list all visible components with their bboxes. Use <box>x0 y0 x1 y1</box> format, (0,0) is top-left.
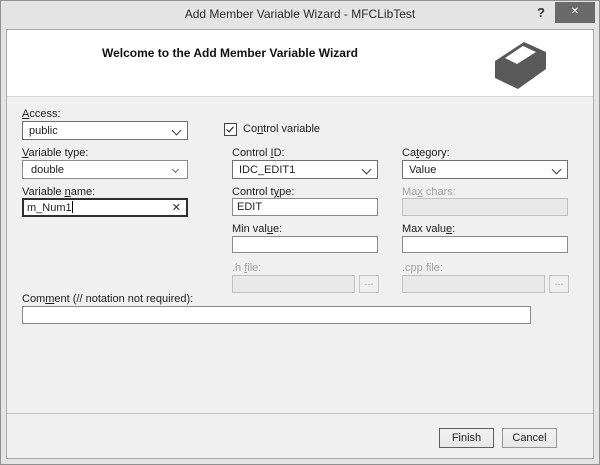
category-label: Category: <box>402 147 450 159</box>
max-chars-input <box>402 198 568 216</box>
access-label: Access: <box>22 108 61 120</box>
cpp-file-input <box>402 275 545 293</box>
access-value: public <box>29 125 58 137</box>
comment-label: Comment (// notation not required): <box>22 293 194 305</box>
close-icon: ✕ <box>570 6 580 17</box>
chevron-down-icon <box>171 125 182 136</box>
help-icon: ? <box>537 5 545 20</box>
h-file-input <box>232 275 355 293</box>
checkmark-icon <box>226 124 234 133</box>
clear-text-icon[interactable]: ✕ <box>172 201 181 215</box>
control-type-value: EDIT <box>237 201 263 213</box>
control-variable-checkbox[interactable] <box>224 123 237 136</box>
max-value-label: Max value: <box>402 223 456 235</box>
add-member-variable-wizard-dialog: Add Member Variable Wizard - MFCLibTest … <box>0 0 600 465</box>
control-type-input[interactable]: EDIT <box>232 198 378 216</box>
min-value-input[interactable] <box>232 236 378 253</box>
access-combobox[interactable]: public <box>22 121 188 140</box>
help-button[interactable]: ? <box>532 2 550 24</box>
variable-name-input[interactable]: m_Num1 ✕ <box>22 198 188 217</box>
comment-input[interactable] <box>22 306 531 324</box>
min-value-label: Min value: <box>232 223 283 235</box>
wizard-box-icon <box>495 42 548 92</box>
dialog-client-area: Welcome to the Add Member Variable Wizar… <box>6 29 594 459</box>
wizard-header: Welcome to the Add Member Variable Wizar… <box>7 30 593 97</box>
h-file-browse-button: ... <box>359 275 379 293</box>
finish-button[interactable]: Finish <box>439 428 494 448</box>
h-file-label: .h file: <box>232 262 262 274</box>
variable-type-value: double <box>31 164 65 176</box>
cpp-file-label: .cpp file: <box>402 262 443 274</box>
control-id-combobox[interactable]: IDC_EDIT1 <box>232 160 378 179</box>
chevron-down-icon <box>171 165 180 174</box>
cancel-button[interactable]: Cancel <box>502 428 557 448</box>
variable-name-value: m_Num1 <box>27 202 72 214</box>
text-caret <box>71 201 73 213</box>
window-title: Add Member Variable Wizard - MFCLibTest <box>184 7 416 21</box>
variable-name-label: Variable name: <box>22 186 96 198</box>
variable-type-combobox[interactable]: double <box>22 160 188 179</box>
category-combobox[interactable]: Value <box>402 160 568 179</box>
category-value: Value <box>409 164 437 176</box>
control-type-label: Control type: <box>232 186 295 198</box>
cpp-file-browse-button: ... <box>549 275 569 293</box>
close-button[interactable]: ✕ <box>555 2 595 23</box>
max-value-input[interactable] <box>402 236 568 253</box>
max-chars-label: Max chars: <box>402 186 456 198</box>
variable-type-label: Variable type: <box>22 147 89 159</box>
chevron-down-icon <box>551 164 562 175</box>
button-row-separator <box>7 413 593 414</box>
control-variable-label[interactable]: Control variable <box>243 123 320 135</box>
titlebar: Add Member Variable Wizard - MFCLibTest … <box>1 1 599 29</box>
wizard-welcome-title: Welcome to the Add Member Variable Wizar… <box>102 46 358 60</box>
chevron-down-icon <box>361 164 372 175</box>
control-id-label: Control ID: <box>232 147 285 159</box>
control-id-value: IDC_EDIT1 <box>239 164 296 176</box>
